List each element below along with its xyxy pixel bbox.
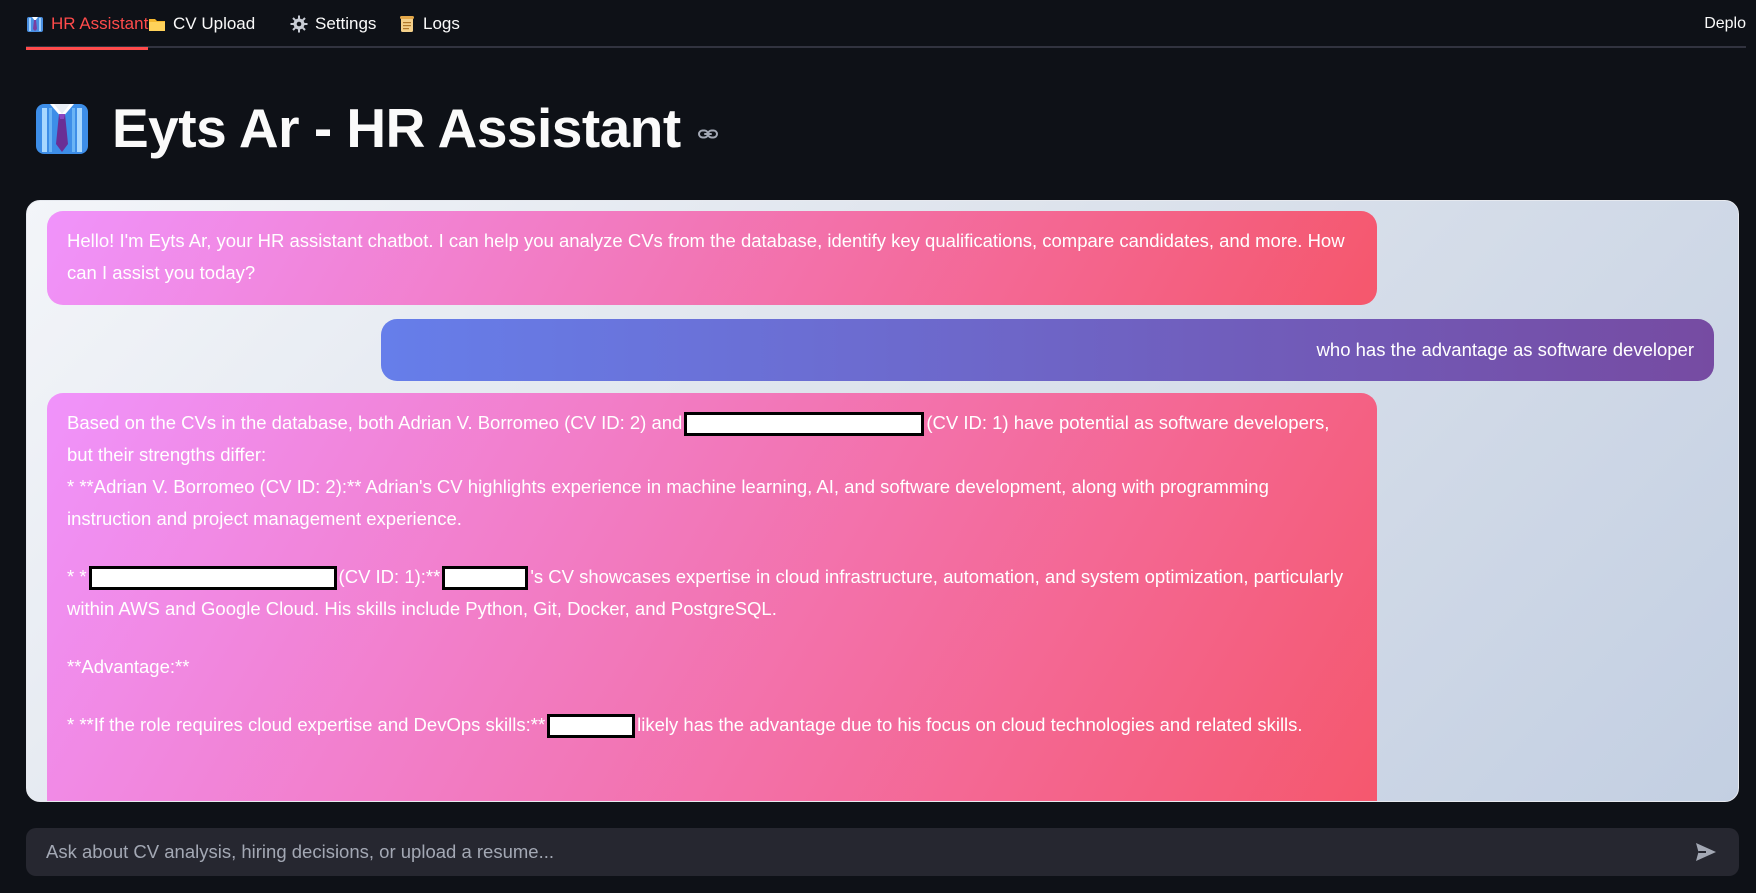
tab-label: HR Assistant — [51, 13, 149, 33]
assistant-message: Based on the CVs in the database, both A… — [47, 393, 1377, 801]
gear-icon — [290, 15, 308, 33]
message-text: likely has the advantage due to his focu… — [637, 714, 1303, 735]
tab-hr-assistant[interactable]: HR Assistant — [26, 0, 149, 50]
necktie-icon — [26, 15, 44, 33]
tab-settings[interactable]: Settings — [290, 0, 376, 48]
user-message: who has the advantage as software develo… — [381, 319, 1714, 381]
message-paragraph: * **If the role requires cloud expertise… — [67, 709, 1357, 741]
message-paragraph: * **Adrian V. Borromeo (CV ID: 2):** Adr… — [67, 471, 1357, 535]
message-text: who has the advantage as software develo… — [1316, 339, 1694, 360]
message-text: Hello! I'm Eyts Ar, your HR assistant ch… — [67, 230, 1345, 283]
page-title: Eyts Ar - HR Assistant — [112, 97, 681, 159]
redacted-name — [442, 566, 529, 591]
scroll-icon — [398, 15, 416, 33]
deploy-button[interactable]: Deplo — [1704, 0, 1746, 48]
page-header: Eyts Ar - HR Assistant — [34, 96, 719, 160]
message-paragraph: **Advantage:** — [67, 651, 1357, 683]
send-icon — [1696, 843, 1716, 861]
redacted-name — [547, 714, 636, 739]
tab-logs[interactable]: Logs — [398, 0, 460, 48]
redacted-name — [684, 412, 925, 437]
folder-icon — [148, 15, 166, 33]
chat-input-bar — [26, 828, 1739, 876]
message-text: * **If the role requires cloud expertise… — [67, 714, 546, 735]
message-paragraph: * * (CV ID: 1):**'s CV showcases expertis… — [67, 561, 1357, 625]
message-text: * **Adrian V. Borromeo (CV ID: 2):** Adr… — [67, 476, 1269, 529]
necktie-icon — [34, 100, 90, 156]
chat-container[interactable]: Hello! I'm Eyts Ar, your HR assistant ch… — [26, 200, 1739, 802]
message-text: **Advantage:** — [67, 656, 190, 677]
tab-label: CV Upload — [173, 14, 256, 33]
tab-label: Settings — [315, 14, 377, 33]
tab-bar: HR Assistant CV Upload Settings Logs Dep… — [26, 0, 1746, 50]
link-icon[interactable] — [697, 123, 719, 145]
send-button[interactable] — [1693, 839, 1719, 865]
message-paragraph: Based on the CVs in the database, both A… — [67, 407, 1357, 471]
tab-cv-upload[interactable]: CV Upload — [148, 0, 255, 48]
message-text: * * — [67, 566, 87, 587]
chat-input[interactable] — [46, 841, 1693, 863]
redacted-name — [88, 566, 337, 591]
deploy-label: Deplo — [1704, 15, 1746, 32]
message-text: Based on the CVs in the database, both A… — [67, 412, 683, 433]
message-text: (CV ID: 1):** — [338, 566, 441, 587]
tab-label: Logs — [423, 14, 460, 33]
assistant-message: Hello! I'm Eyts Ar, your HR assistant ch… — [47, 211, 1377, 305]
